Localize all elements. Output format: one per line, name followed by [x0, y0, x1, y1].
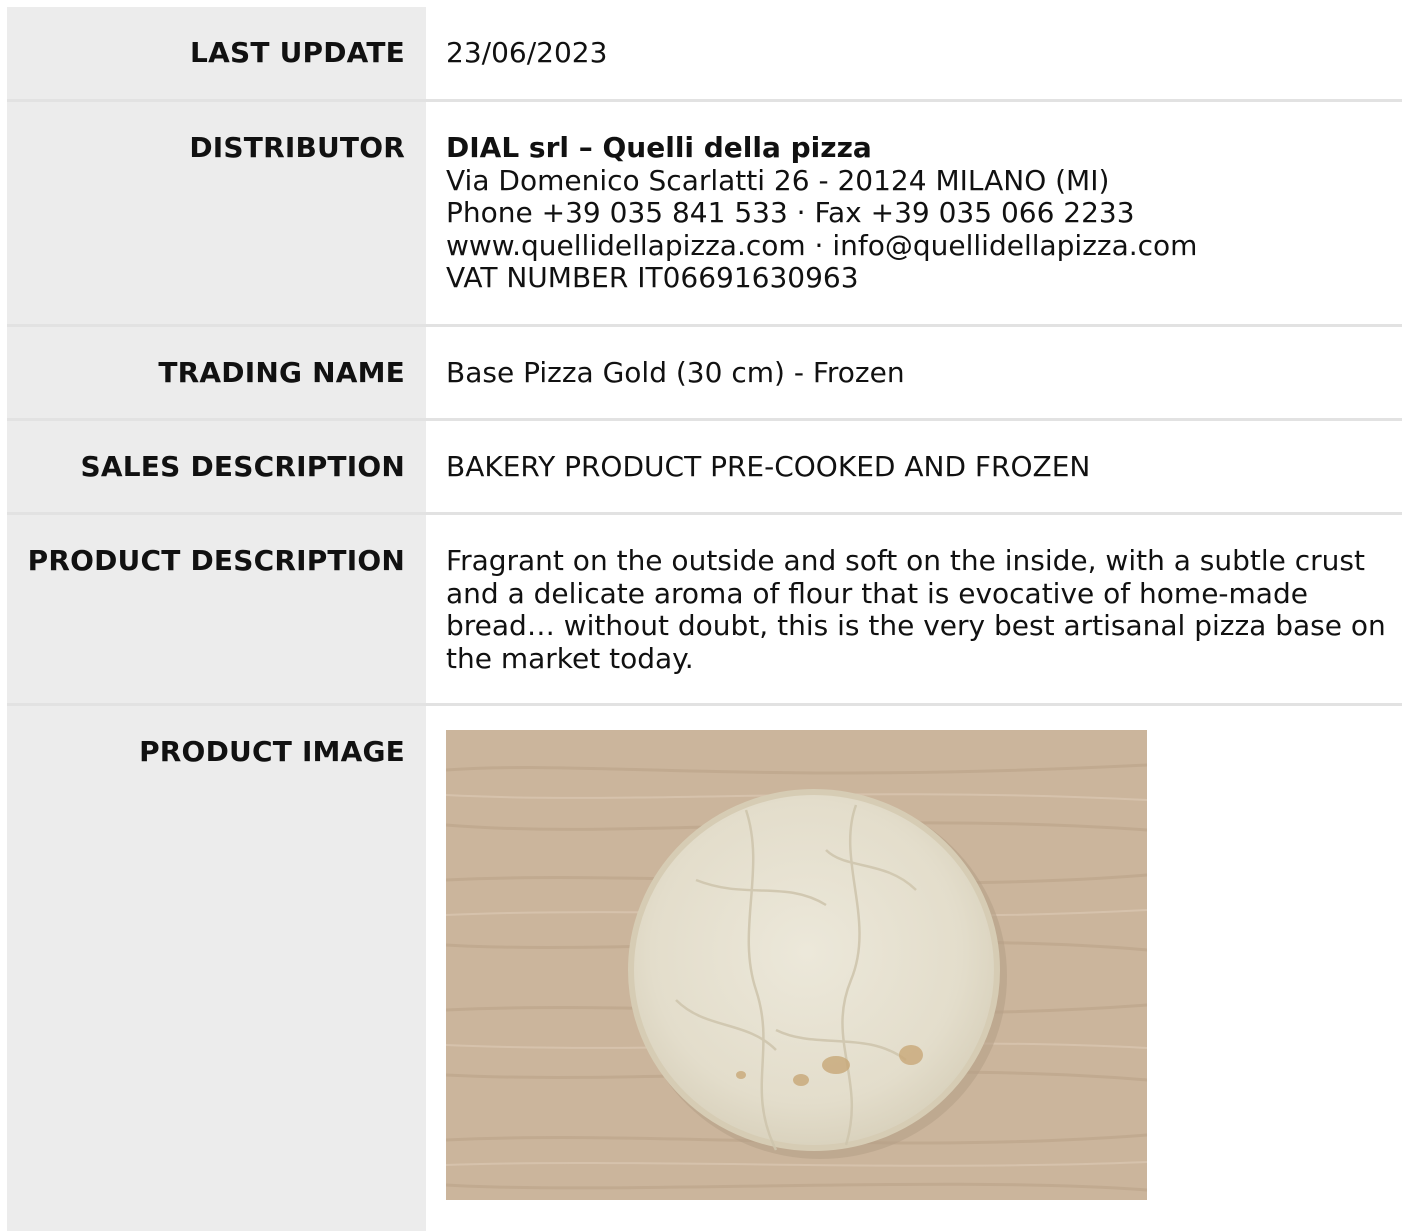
- product-spec-sheet: LAST UPDATE 23/06/2023 DISTRIBUTOR DIAL …: [7, 7, 1402, 1231]
- pizza-base-photo: [446, 730, 1147, 1200]
- distributor-contacts: Phone +39 035 841 533 · Fax +39 035 066 …: [446, 196, 1135, 229]
- value-trading-name: Base Pizza Gold (30 cm) - Frozen: [446, 356, 905, 389]
- value-last-update: 23/06/2023: [446, 36, 608, 69]
- label-last-update: LAST UPDATE: [7, 7, 426, 99]
- row-sales-description: SALES DESCRIPTION BAKERY PRODUCT PRE-COO…: [7, 421, 1402, 515]
- row-product-description: PRODUCT DESCRIPTION Fragrant on the outs…: [7, 515, 1402, 706]
- row-trading-name: TRADING NAME Base Pizza Gold (30 cm) - F…: [7, 327, 1402, 421]
- label-trading-name: TRADING NAME: [7, 327, 426, 418]
- label-product-description: PRODUCT DESCRIPTION: [7, 515, 426, 703]
- row-distributor: DISTRIBUTOR DIAL srl – Quelli della pizz…: [7, 102, 1402, 327]
- value-product-description: Fragrant on the outside and soft on the …: [446, 544, 1386, 675]
- value-product-image: [426, 706, 1402, 1231]
- distributor-vat: VAT NUMBER IT06691630963: [446, 261, 859, 294]
- value-sales-description: BAKERY PRODUCT PRE-COOKED AND FROZEN: [446, 450, 1091, 483]
- distributor-address: Via Domenico Scarlatti 26 - 20124 MILANO…: [446, 163, 1110, 197]
- distributor-name: DIAL srl – Quelli della pizza: [446, 131, 872, 164]
- row-last-update: LAST UPDATE 23/06/2023: [7, 7, 1402, 102]
- label-distributor: DISTRIBUTOR: [7, 102, 426, 324]
- distributor-web: www.quellidellapizza.com · info@quellide…: [446, 228, 1198, 262]
- label-sales-description: SALES DESCRIPTION: [7, 421, 426, 512]
- value-distributor: DIAL srl – Quelli della pizza Via Domeni…: [426, 102, 1402, 324]
- label-product-image: PRODUCT IMAGE: [7, 706, 426, 1231]
- row-product-image: PRODUCT IMAGE: [7, 706, 1402, 1231]
